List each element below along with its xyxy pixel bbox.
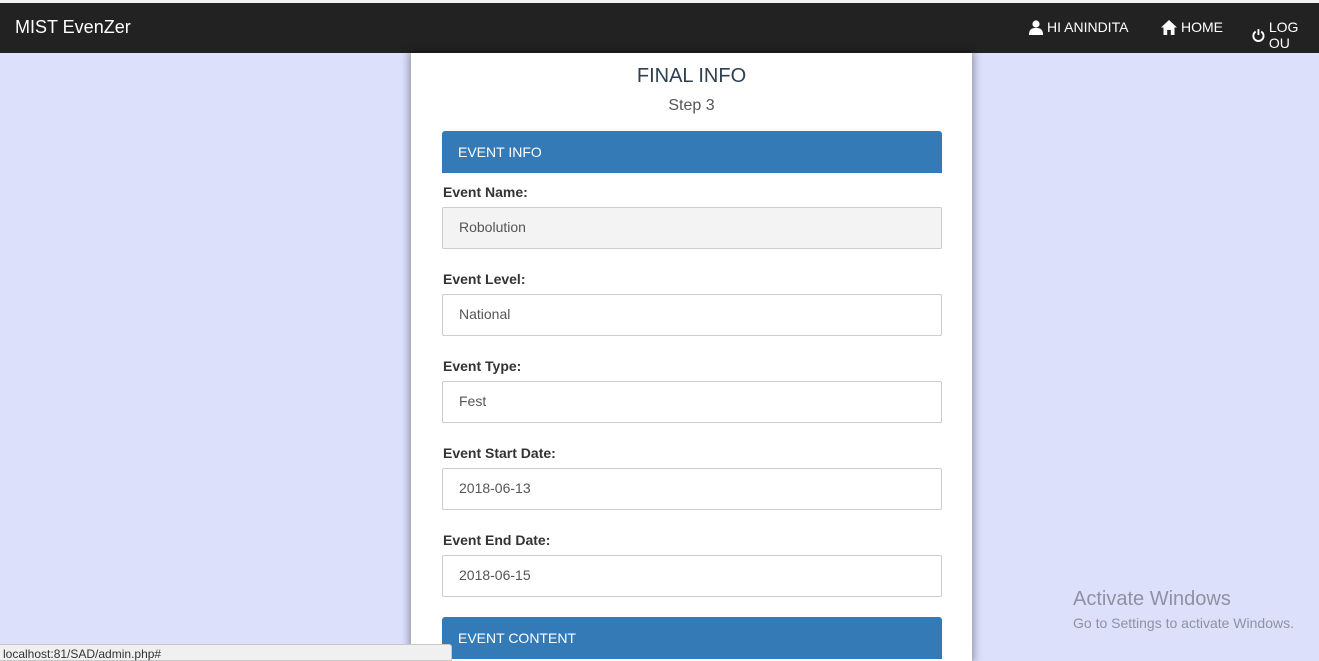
event-start-date-field[interactable]: 2018-06-13 bbox=[442, 468, 942, 510]
event-name-field[interactable]: Robolution bbox=[442, 207, 942, 249]
nav-home-link[interactable]: HOME bbox=[1161, 19, 1223, 35]
event-start-date-label: Event Start Date: bbox=[443, 445, 556, 461]
brand-link[interactable]: MIST EvenZer bbox=[15, 17, 131, 38]
watermark-line1: Activate Windows bbox=[1073, 588, 1231, 610]
event-type-field[interactable]: Fest bbox=[442, 381, 942, 423]
event-content-panel-heading: EVENT CONTENT bbox=[442, 617, 942, 659]
nav-home-label: HOME bbox=[1181, 19, 1223, 35]
nav-user-link[interactable]: HI ANINDITA bbox=[1029, 19, 1128, 35]
final-info-card: FINAL INFO Step 3 EVENT INFO Event Name:… bbox=[411, 53, 972, 661]
event-info-panel-heading: EVENT INFO bbox=[442, 131, 942, 173]
activate-windows-watermark: Activate Windows Go to Settings to activ… bbox=[1073, 588, 1294, 631]
power-icon bbox=[1252, 28, 1265, 42]
step-label: Step 3 bbox=[668, 97, 715, 114]
navbar: MIST EvenZer HI ANINDITA HOME LOG OU bbox=[0, 3, 1319, 53]
nav-logout-label: LOG OU bbox=[1268, 19, 1299, 51]
event-name-label: Event Name: bbox=[443, 184, 528, 200]
status-bar-url: localhost:81/SAD/admin.php# bbox=[0, 644, 452, 661]
nav-logout-link[interactable]: LOG OU bbox=[1252, 19, 1319, 51]
watermark-line2: Go to Settings to activate Windows. bbox=[1073, 615, 1294, 631]
home-icon bbox=[1161, 19, 1177, 35]
page-title: FINAL INFO bbox=[636, 65, 747, 87]
event-level-field[interactable]: National bbox=[442, 294, 942, 336]
event-type-label: Event Type: bbox=[443, 358, 522, 374]
nav-user-label: HI ANINDITA bbox=[1047, 19, 1129, 35]
event-level-label: Event Level: bbox=[443, 271, 526, 287]
event-end-date-label: Event End Date: bbox=[443, 532, 551, 548]
user-icon bbox=[1029, 19, 1043, 35]
event-end-date-field[interactable]: 2018-06-15 bbox=[442, 555, 942, 597]
